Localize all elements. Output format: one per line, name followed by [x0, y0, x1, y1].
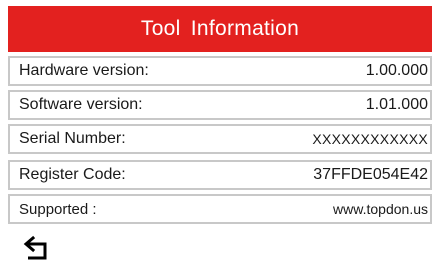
serial-number-label: Serial Number: [19, 130, 126, 147]
software-version-row: Software version: 1.01.000 [8, 90, 432, 120]
hardware-version-row: Hardware version: 1.00.000 [8, 56, 432, 86]
header-bar: Tool Information [8, 6, 432, 52]
supported-label: Supported : [19, 200, 97, 218]
supported-row: Supported : www.topdon.us [8, 194, 432, 224]
software-version-label: Software version: [19, 96, 143, 113]
register-code-label: Register Code: [19, 166, 126, 183]
page-title: Tool Information [140, 17, 300, 40]
supported-value: www.topdon.us [333, 201, 428, 217]
software-version-value: 1.01.000 [365, 96, 428, 113]
serial-number-row: Serial Number: XXXXXXXXXXXX [8, 124, 432, 154]
register-code-value: 37FFDE054E42 [313, 166, 428, 183]
serial-number-value: XXXXXXXXXXXX [312, 131, 428, 147]
back-button[interactable] [22, 234, 52, 262]
back-arrow-icon [23, 235, 47, 260]
hardware-version-label: Hardware version: [19, 62, 149, 79]
tool-information-screen: Tool Information Hardware version: 1.00.… [8, 6, 432, 260]
hardware-version-value: 1.00.000 [365, 62, 428, 79]
register-code-row: Register Code: 37FFDE054E42 [8, 160, 432, 190]
